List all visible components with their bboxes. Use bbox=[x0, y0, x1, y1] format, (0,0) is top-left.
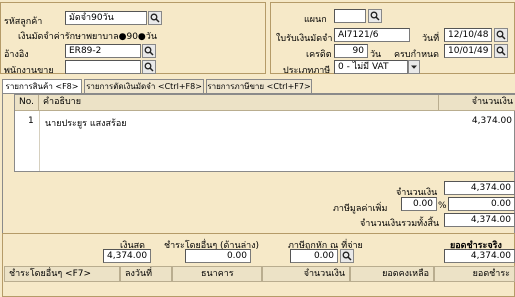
payment-column-paid[interactable]: ยอดชำระ bbox=[434, 266, 515, 282]
receipt-label: ใบรับเงินมัดจำ bbox=[276, 34, 333, 44]
date-picker-button[interactable] bbox=[494, 28, 508, 42]
date-label: วันที่ bbox=[422, 34, 440, 44]
withholding-tax-search-button[interactable] bbox=[340, 249, 354, 263]
payment-column-balance[interactable]: ยอดคงเหลือ bbox=[350, 266, 434, 282]
customer-label: รหัสลูกค้า bbox=[4, 17, 43, 27]
cash-field[interactable]: 4,374.00 bbox=[103, 249, 151, 263]
table-row[interactable]: 1 นายประยูร แสงสร้อย 4,374.00 bbox=[15, 113, 515, 129]
search-icon bbox=[496, 30, 506, 40]
payment-column-method[interactable]: ชำระโดยอื่นๆ <F7> bbox=[4, 266, 120, 282]
department-label: แผนก bbox=[304, 15, 327, 25]
withholding-tax-field[interactable]: 0.00 bbox=[290, 249, 338, 263]
due-date-label: ครบกำหนด bbox=[394, 50, 439, 60]
row-number: 1 bbox=[28, 116, 34, 126]
customer-code-field[interactable]: มัดจำ90วัน bbox=[65, 11, 147, 25]
search-icon bbox=[496, 46, 506, 56]
column-header-description[interactable]: คำอธิบาย bbox=[39, 95, 439, 111]
tab-sales-tax[interactable]: รายการภาษีขาย <Ctrl+F7> bbox=[206, 79, 312, 93]
reference-field[interactable]: ER89-2 bbox=[65, 44, 141, 58]
search-icon bbox=[144, 62, 154, 72]
due-date-picker-button[interactable] bbox=[494, 44, 508, 58]
column-header-amount[interactable]: จำนวนเงิน bbox=[439, 95, 515, 111]
chevron-down-icon bbox=[411, 65, 417, 69]
vat-type-label: ประเภทภาษี bbox=[283, 66, 331, 76]
payment-column-amount[interactable]: จำนวนเงิน bbox=[262, 266, 350, 282]
vat-rate-field[interactable]: 0.00 bbox=[401, 197, 437, 211]
staff-label: พนักงานขาย bbox=[4, 66, 54, 76]
grand-total-field: 4,374.00 bbox=[444, 213, 515, 227]
search-icon bbox=[370, 11, 380, 21]
due-date-field[interactable]: 10/01/49 bbox=[444, 44, 492, 58]
customer-search-button[interactable] bbox=[148, 11, 162, 25]
amount-total-field: 4,374.00 bbox=[444, 181, 515, 195]
credit-days-field[interactable]: 90 bbox=[334, 44, 368, 58]
credit-label: เครดิต bbox=[306, 50, 332, 60]
staff-search-button[interactable] bbox=[142, 60, 156, 74]
reference-label: อ้างอิง bbox=[4, 50, 29, 60]
payment-column-date[interactable]: ลงวันที่ bbox=[120, 266, 172, 282]
department-search-button[interactable] bbox=[368, 9, 382, 23]
vat-amount-field: 0.00 bbox=[448, 197, 515, 211]
search-icon bbox=[144, 46, 154, 56]
date-field[interactable]: 12/10/48 bbox=[444, 28, 492, 42]
other-payment-field: 0.00 bbox=[185, 249, 251, 263]
reference-search-button[interactable] bbox=[142, 44, 156, 58]
receipt-number-field[interactable]: AI7121/6 bbox=[334, 28, 410, 42]
tab-items[interactable]: รายการสินค้า <F8> bbox=[2, 79, 82, 94]
search-icon bbox=[150, 13, 160, 23]
items-grid[interactable]: No. คำอธิบาย จำนวนเงิน 1 นายประยูร แสงสร… bbox=[14, 94, 515, 172]
staff-field[interactable] bbox=[65, 60, 141, 74]
paid-total-field: 4,374.00 bbox=[444, 249, 515, 263]
grand-total-label: จำนวนเงินรวมทั้งสิ้น bbox=[360, 219, 440, 229]
tab-deposit-cut[interactable]: รายการตัดเงินมัดจำ <Ctrl+F8> bbox=[84, 79, 204, 93]
vat-type-dropdown-button[interactable] bbox=[408, 60, 420, 74]
department-field[interactable] bbox=[334, 9, 366, 23]
row-description: นายประยูร แสงสร้อย bbox=[45, 119, 127, 129]
payment-column-bank[interactable]: ธนาคาร bbox=[172, 266, 262, 282]
search-icon bbox=[342, 251, 352, 261]
customer-description: เงินมัดจำค่ารักษาพยาบาล●90●วัน bbox=[18, 32, 157, 42]
row-amount: 4,374.00 bbox=[471, 116, 512, 126]
grid-column-divider bbox=[39, 111, 40, 171]
vat-type-select[interactable]: 0 - ไม่มี VAT bbox=[334, 60, 408, 74]
credit-unit-label: วัน bbox=[370, 50, 382, 60]
vat-label: ภาษีมูลค่าเพิ่ม bbox=[333, 204, 388, 214]
vat-percent-symbol: % bbox=[438, 201, 447, 211]
column-header-no[interactable]: No. bbox=[15, 95, 39, 111]
